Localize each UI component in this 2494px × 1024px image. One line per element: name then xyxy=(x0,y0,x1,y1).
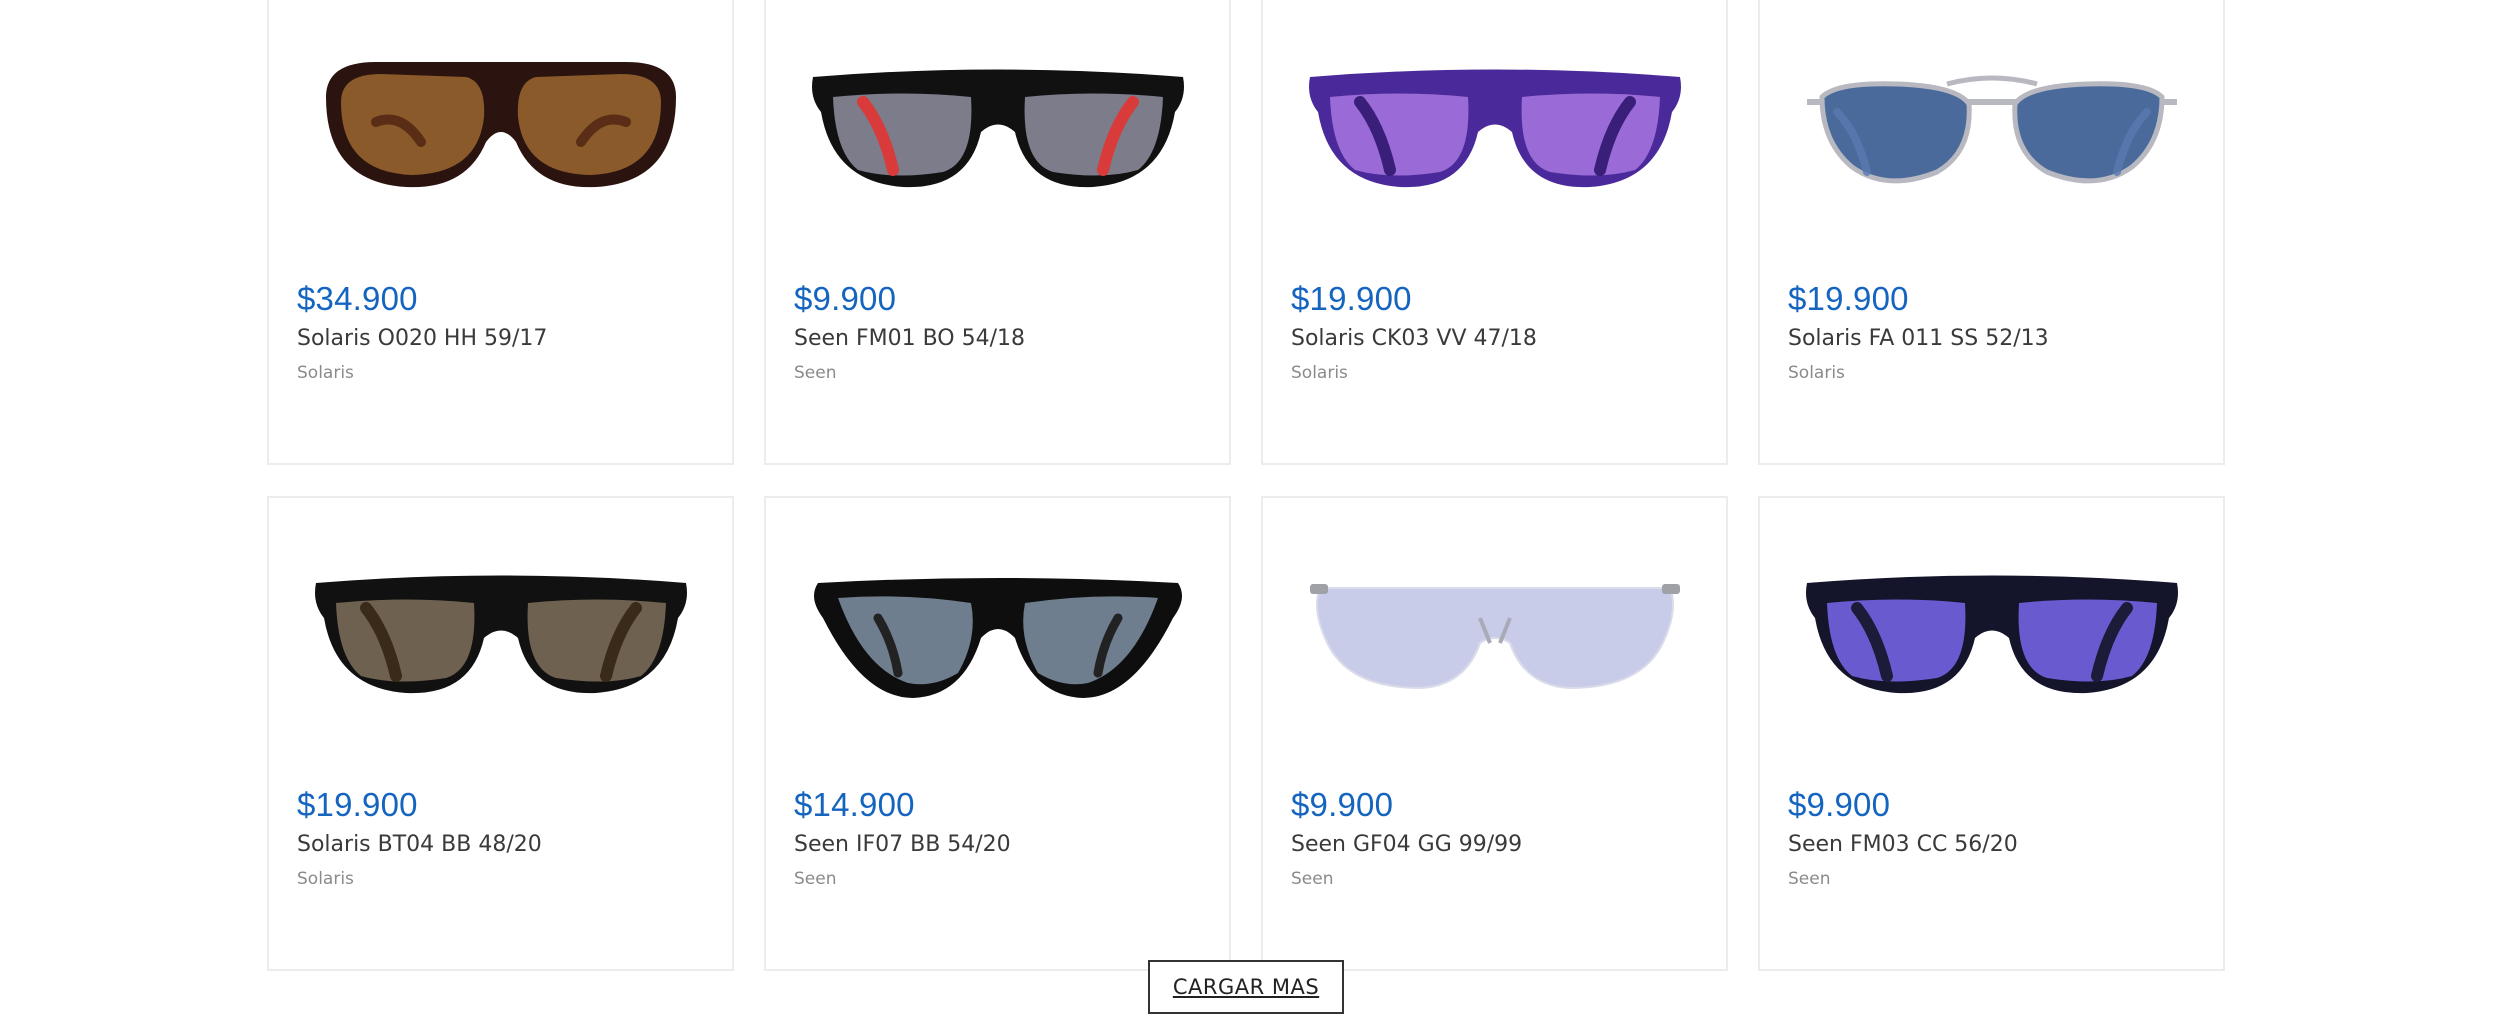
sunglasses-icon xyxy=(325,62,676,188)
product-name[interactable]: Solaris CK03 VV 47/18 xyxy=(1291,326,1537,351)
product-card[interactable]: $19.900 Solaris CK03 VV 47/18 Solaris xyxy=(1261,0,1728,465)
product-card[interactable]: $19.900 Solaris BT04 BB 48/20 Solaris xyxy=(267,496,734,971)
product-brand: Solaris xyxy=(1788,363,1845,383)
product-price: $9.900 xyxy=(1291,786,1394,823)
load-more-button[interactable]: CARGAR MAS xyxy=(1148,960,1344,1014)
product-image[interactable] xyxy=(766,12,1229,242)
product-card[interactable]: $9.900 Seen GF04 GG 99/99 Seen xyxy=(1261,496,1728,971)
sunglasses-icon xyxy=(813,578,1182,698)
product-brand: Solaris xyxy=(297,869,354,889)
product-name[interactable]: Solaris O020 HH 59/17 xyxy=(297,326,547,351)
product-brand: Seen xyxy=(794,869,837,889)
sunglasses-icon xyxy=(811,69,1184,188)
product-image[interactable] xyxy=(1760,518,2223,748)
product-card[interactable]: $34.900 Solaris O020 HH 59/17 Solaris xyxy=(267,0,734,465)
sunglasses-icon xyxy=(314,575,687,694)
product-price: $19.900 xyxy=(1291,280,1412,317)
product-card[interactable]: $19.900 Solaris FA 011 SS 52/13 Solaris xyxy=(1758,0,2225,465)
product-brand: Seen xyxy=(794,363,837,383)
product-image[interactable] xyxy=(1263,12,1726,242)
product-image[interactable] xyxy=(269,12,732,242)
product-brand: Solaris xyxy=(1291,363,1348,383)
product-name[interactable]: Seen GF04 GG 99/99 xyxy=(1291,832,1522,857)
sunglasses-icon xyxy=(1308,69,1681,188)
product-name[interactable]: Seen FM03 CC 56/20 xyxy=(1788,832,2018,857)
product-name[interactable]: Seen FM01 BO 54/18 xyxy=(794,326,1025,351)
product-brand: Seen xyxy=(1788,869,1831,889)
product-card[interactable]: $9.900 Seen FM03 CC 56/20 Seen xyxy=(1758,496,2225,971)
product-price: $19.900 xyxy=(297,786,418,823)
product-price: $9.900 xyxy=(794,280,897,317)
product-brand: Solaris xyxy=(297,363,354,383)
product-image[interactable] xyxy=(269,518,732,748)
product-name[interactable]: Solaris BT04 BB 48/20 xyxy=(297,832,542,857)
product-price: $34.900 xyxy=(297,280,418,317)
sunglasses-icon xyxy=(1806,75,2177,184)
product-price: $19.900 xyxy=(1788,280,1909,317)
product-image[interactable] xyxy=(766,518,1229,748)
product-name[interactable]: Seen IF07 BB 54/20 xyxy=(794,832,1011,857)
product-image[interactable] xyxy=(1760,12,2223,242)
sunglasses-icon xyxy=(1309,584,1680,690)
product-image[interactable] xyxy=(1263,518,1726,748)
sunglasses-icon xyxy=(1805,575,2178,694)
product-price: $14.900 xyxy=(794,786,915,823)
product-card[interactable]: $9.900 Seen FM01 BO 54/18 Seen xyxy=(764,0,1231,465)
product-price: $9.900 xyxy=(1788,786,1891,823)
product-grid: $34.900 Solaris O020 HH 59/17 Solaris $9… xyxy=(267,0,2225,971)
product-name[interactable]: Solaris FA 011 SS 52/13 xyxy=(1788,326,2049,351)
product-card[interactable]: $14.900 Seen IF07 BB 54/20 Seen xyxy=(764,496,1231,971)
product-brand: Seen xyxy=(1291,869,1334,889)
